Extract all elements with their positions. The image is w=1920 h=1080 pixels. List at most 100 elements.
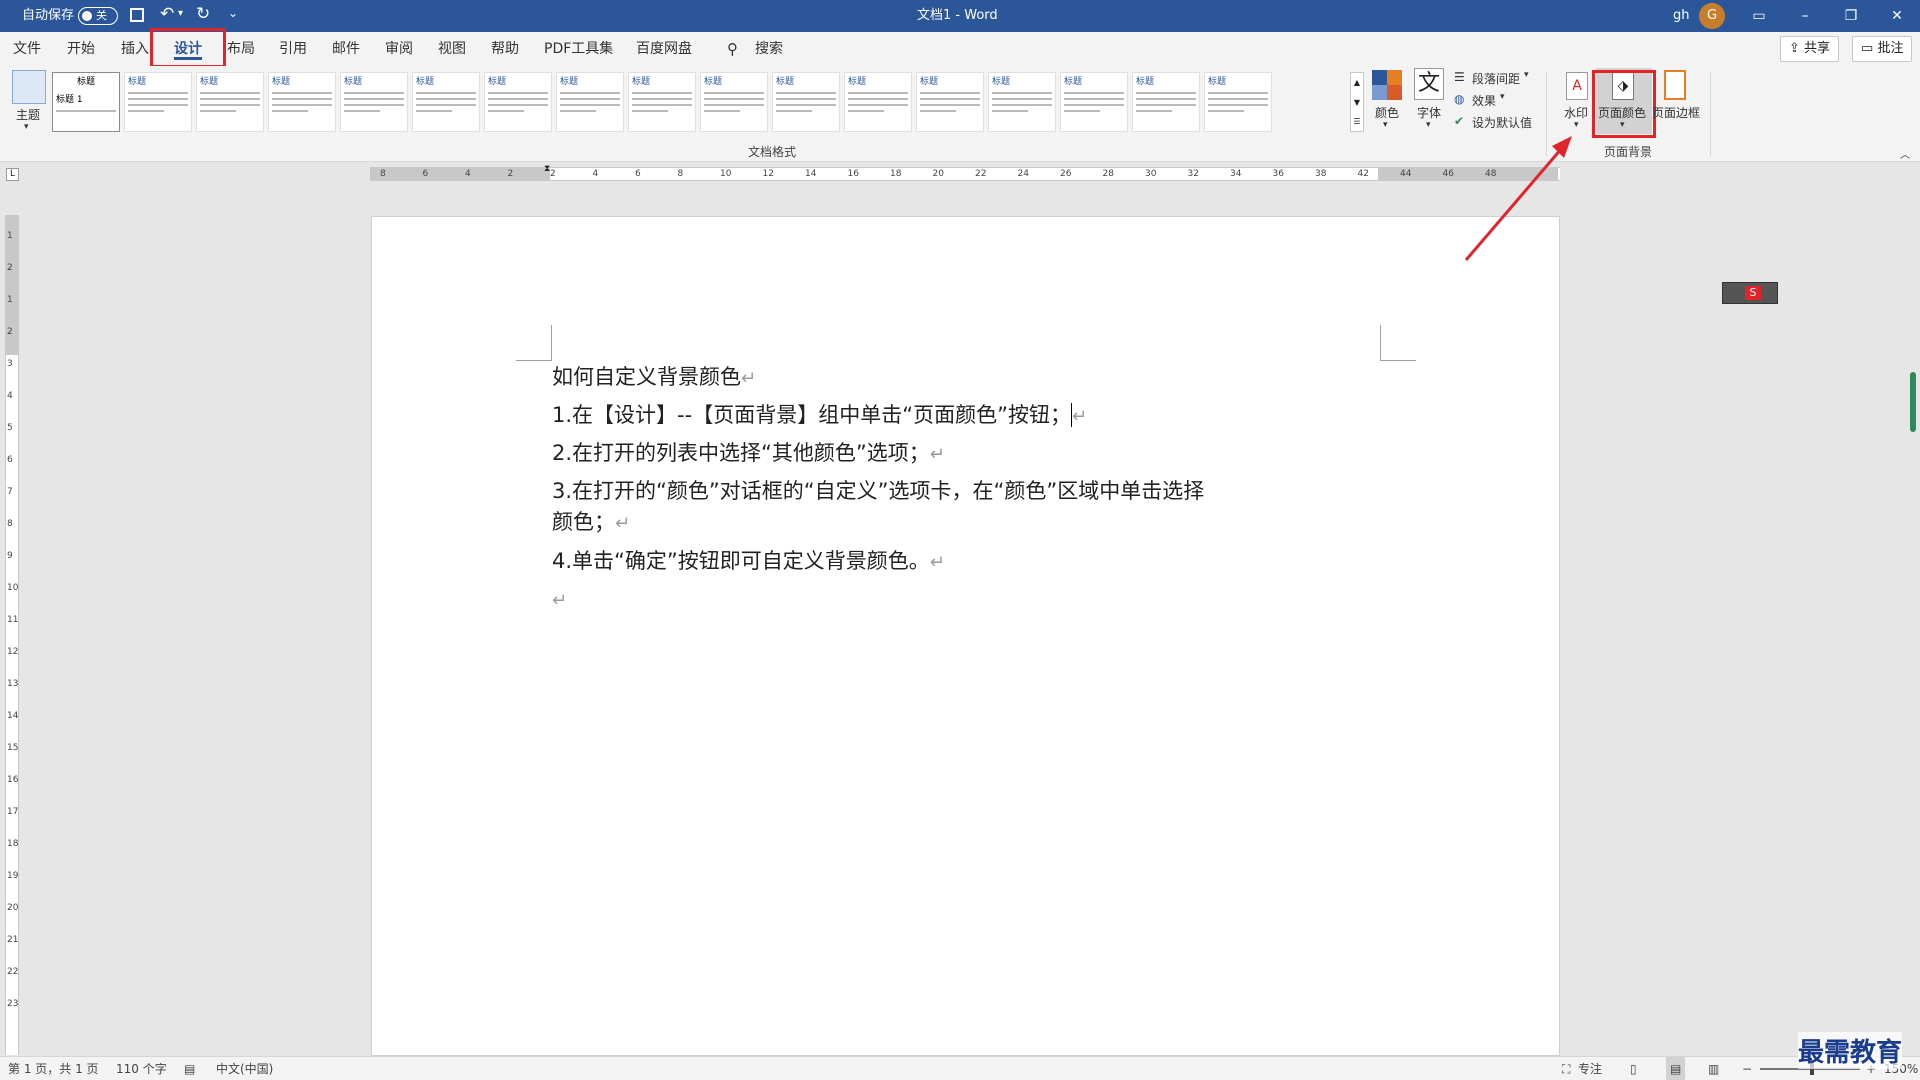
watermark-dropdown-icon[interactable]: ▾: [1574, 120, 1579, 130]
style-set-item[interactable]: 标题: [484, 72, 552, 132]
page-border-label[interactable]: 页面边框: [1652, 104, 1700, 121]
effects-label[interactable]: 效果: [1472, 92, 1496, 109]
tab-home[interactable]: 开始: [67, 32, 95, 66]
tab-mailings[interactable]: 邮件: [332, 32, 360, 66]
tab-pdf-tools[interactable]: PDF工具集: [544, 32, 613, 66]
ribbon-display-icon[interactable]: ▭: [1736, 0, 1782, 32]
fonts-label[interactable]: 字体: [1417, 104, 1441, 121]
tab-file[interactable]: 文件: [13, 32, 41, 66]
colors-dropdown-icon[interactable]: ▾: [1383, 120, 1388, 130]
checkmark-icon[interactable]: ✔: [1454, 114, 1464, 128]
style-set-item[interactable]: 标题: [988, 72, 1056, 132]
document-page[interactable]: 如何自定义背景颜色↵ 1.在【设计】--【页面背景】组中单击“页面颜色”按钮；↵…: [371, 216, 1560, 1056]
autosave-toggle[interactable]: 关: [78, 7, 118, 25]
effects-dropdown-icon[interactable]: ▾: [1500, 92, 1505, 102]
tab-review[interactable]: 审阅: [385, 32, 413, 66]
style-set-item[interactable]: 标题: [268, 72, 336, 132]
ruler-number: 30: [1145, 169, 1157, 179]
vertical-ruler[interactable]: 1 2 1 2 3 4 5 6 7 8 9 10 11 12 13 14 15 16 17 18 19 20 21 22 23: [5, 215, 19, 1055]
paragraph-spacing-icon[interactable]: ☰: [1454, 70, 1465, 84]
search-icon[interactable]: ⚲: [727, 32, 738, 66]
style-set-item[interactable]: 标题: [556, 72, 624, 132]
themes-dropdown-icon[interactable]: ▾: [24, 122, 29, 132]
scroll-thumb[interactable]: [1910, 372, 1916, 432]
more-icon[interactable]: ☰: [1351, 113, 1363, 131]
doc-step-1[interactable]: 1.在【设计】--【页面背景】组中单击“页面颜色”按钮；↵: [552, 399, 1372, 433]
comments-button[interactable]: ▭ 批注: [1852, 36, 1913, 62]
effects-icon[interactable]: ◍: [1454, 92, 1464, 106]
style-set-item[interactable]: 标题: [196, 72, 264, 132]
web-layout-icon[interactable]: ▥: [1708, 1057, 1719, 1080]
doc-step-4[interactable]: 4.单击“确定”按钮即可自定义背景颜色。↵: [552, 545, 1372, 579]
undo-dropdown-icon[interactable]: ▾: [178, 8, 183, 19]
style-set-item[interactable]: 标题: [916, 72, 984, 132]
ruler-number: 9: [7, 551, 13, 561]
tab-references[interactable]: 引用: [279, 32, 307, 66]
language[interactable]: 中文(中国): [216, 1057, 273, 1080]
themes-icon[interactable]: [12, 70, 46, 104]
style-set-item[interactable]: 标题: [1204, 72, 1272, 132]
minimize-icon[interactable]: –: [1782, 0, 1828, 32]
style-set-item[interactable]: 标题: [844, 72, 912, 132]
doc-step-2[interactable]: 2.在打开的列表中选择“其他颜色”选项；↵: [552, 437, 1372, 471]
doc-empty-paragraph[interactable]: ↵: [552, 583, 1372, 617]
tab-insert[interactable]: 插入: [121, 32, 149, 66]
watermark-icon[interactable]: A: [1566, 72, 1588, 100]
gallery-scroll[interactable]: ▲ ▼ ☰: [1350, 72, 1364, 132]
colors-label[interactable]: 颜色: [1375, 104, 1399, 121]
sogou-icon[interactable]: S: [1745, 286, 1761, 300]
user-name[interactable]: gh: [1673, 0, 1690, 32]
share-button[interactable]: ⇪ 共享: [1780, 36, 1840, 62]
scroll-down-icon[interactable]: ▼: [1351, 93, 1363, 113]
close-icon[interactable]: ✕: [1874, 0, 1920, 32]
page-info[interactable]: 第 1 页，共 1 页: [8, 1057, 99, 1080]
style-set-item[interactable]: 标题 标题 1: [52, 72, 120, 132]
restore-icon[interactable]: ❐: [1828, 0, 1874, 32]
style-set-item[interactable]: 标题: [124, 72, 192, 132]
watermark-label[interactable]: 水印: [1564, 104, 1588, 121]
style-set-item[interactable]: 标题: [412, 72, 480, 132]
redo-icon[interactable]: ↻: [196, 4, 210, 24]
avatar[interactable]: G: [1699, 3, 1725, 29]
doc-title[interactable]: 如何自定义背景颜色↵: [552, 361, 1372, 395]
horizontal-ruler[interactable]: 8 6 4 2 2 4 6 8 10 12 14 16 18 20 22 24 26 28 30 32 34 36 38 42…: [370, 164, 1560, 181]
colors-icon[interactable]: [1372, 70, 1402, 100]
doc-step-3[interactable]: 3.在打开的“颜色”对话框的“自定义”选项卡，在“颜色”区域中单击选择: [552, 475, 1372, 507]
style-set-line: [920, 92, 980, 94]
set-default-label[interactable]: 设为默认值: [1472, 114, 1532, 131]
style-set-item[interactable]: 标题: [1060, 72, 1128, 132]
tab-view[interactable]: 视图: [438, 32, 466, 66]
style-set-item[interactable]: 标题: [700, 72, 768, 132]
page-border-icon[interactable]: [1664, 70, 1686, 100]
indent-marker-icon[interactable]: ⧗: [544, 164, 550, 174]
customize-toolbar-icon[interactable]: ⌄: [228, 6, 238, 20]
print-layout-icon[interactable]: ▤: [1666, 1057, 1686, 1080]
zoom-out-icon[interactable]: −: [1742, 1057, 1752, 1080]
fonts-dropdown-icon[interactable]: ▾: [1426, 120, 1431, 130]
themes-label[interactable]: 主题: [16, 106, 40, 123]
paragraph-spacing-dropdown-icon[interactable]: ▾: [1524, 70, 1529, 80]
scroll-up-icon[interactable]: ▲: [1351, 73, 1363, 93]
focus-icon[interactable]: ⛶: [1562, 1057, 1570, 1080]
style-set-item[interactable]: 标题: [340, 72, 408, 132]
search-label[interactable]: 搜索: [755, 32, 783, 66]
para-mark: ↵: [929, 552, 945, 573]
style-set-item[interactable]: 标题: [1132, 72, 1200, 132]
fonts-icon[interactable]: 文: [1414, 68, 1444, 100]
style-set-item[interactable]: 标题: [772, 72, 840, 132]
focus-label[interactable]: 专注: [1578, 1057, 1602, 1080]
doc-step-3-cont[interactable]: 颜色；↵: [552, 506, 1372, 540]
read-mode-icon[interactable]: ▯: [1630, 1057, 1637, 1080]
tab-selector-icon[interactable]: L: [6, 168, 19, 181]
word-count[interactable]: 110 个字: [116, 1057, 167, 1080]
save-icon[interactable]: [130, 8, 144, 22]
tab-layout[interactable]: 布局: [227, 32, 255, 66]
style-set-item[interactable]: 标题: [628, 72, 696, 132]
proofing-icon[interactable]: ▤: [184, 1057, 195, 1080]
undo-icon[interactable]: ↶: [160, 4, 174, 24]
tab-baidu-netdisk[interactable]: 百度网盘: [636, 32, 692, 66]
collapse-ribbon-icon[interactable]: ︿: [1900, 146, 1910, 161]
ime-toolbar[interactable]: S: [1722, 282, 1778, 304]
paragraph-spacing-label[interactable]: 段落间距: [1472, 70, 1520, 87]
tab-help[interactable]: 帮助: [491, 32, 519, 66]
